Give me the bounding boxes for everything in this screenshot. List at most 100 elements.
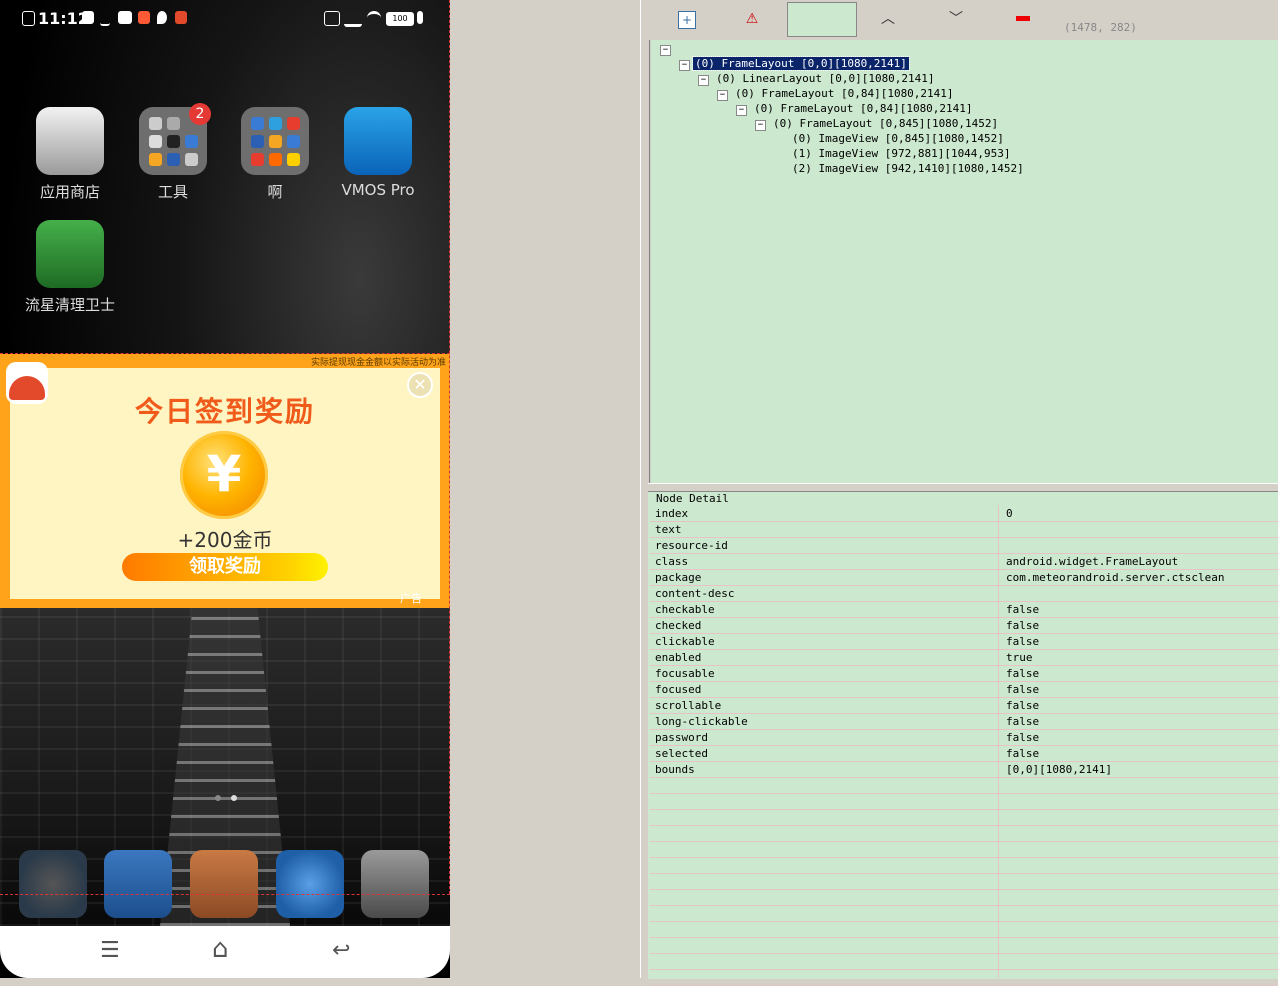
empty-row [650,794,1278,810]
back-icon[interactable]: ↩ [332,938,350,963]
tree-node[interactable]: (0) FrameLayout [0,84][1080,2141] [754,102,973,115]
tree-node[interactable]: (0) FrameLayout [0,0][1080,2141] [692,56,910,71]
wifi-icon [367,11,381,27]
security-icon[interactable] [104,850,172,918]
ad-title: 今日签到奖励 [134,395,315,428]
tree-node[interactable]: (2) ImageView [942,1410][1080,1452] [792,162,1024,175]
app-vmos-pro[interactable]: VMOS Pro [328,107,428,199]
detail-row[interactable]: checked false [650,618,1278,634]
detail-key: selected [655,747,708,760]
detail-row[interactable]: resource-id [650,538,1278,554]
detail-row[interactable]: bounds [0,0][1080,2141] [650,762,1278,778]
detail-value: 0 [1006,507,1013,520]
detail-key: index [655,507,689,520]
detail-key: long-clickable [655,715,748,728]
tree-node[interactable]: (0) FrameLayout [0,845][1080,1452] [773,117,998,130]
warning-icon[interactable]: ⚠ [744,11,760,27]
app-label: 工具 [157,183,188,201]
detail-key: focusable [655,667,715,680]
camera-icon[interactable] [361,850,429,918]
empty-row [650,938,1278,954]
detail-value: true [1006,651,1033,664]
collapse-toggle[interactable]: − [736,105,747,116]
detail-key: scrollable [655,699,722,712]
search-field[interactable] [787,2,857,37]
tree-node[interactable]: (0) ImageView [0,845][1080,1452] [792,132,1004,145]
ad-disclaimer: 实际提现现金金额以实际活动为准 [310,358,446,368]
vmos-icon [344,107,412,175]
empty-row [650,874,1278,890]
detail-row[interactable]: long-clickable false [650,714,1278,730]
location-icon [157,11,167,24]
detail-row[interactable]: scrollable false [650,698,1278,714]
browser-icon[interactable] [276,850,344,918]
empty-row [650,954,1278,970]
empty-row [650,890,1278,906]
app-store[interactable]: 应用商店 [20,107,120,202]
detail-value: false [1006,603,1040,616]
detail-row[interactable]: text [650,522,1278,538]
app-meteor-cleaner[interactable]: 流星清理卫士 [12,220,128,315]
node-detail-title: Node Detail [654,492,731,505]
detail-row[interactable]: class android.widget.FrameLayout [650,554,1278,570]
collapse-toggle[interactable]: − [755,120,766,131]
bounds-guide [0,353,450,354]
detail-row[interactable]: index 0 [650,506,1278,522]
tree-node[interactable]: (0) FrameLayout [0,84][1080,2141] [735,87,954,100]
app-label: 应用商店 [39,183,100,201]
rocket-icon [36,220,104,288]
bounds-guide [0,894,450,895]
detail-row[interactable]: selected false [650,746,1278,762]
collapse-toggle[interactable]: − [660,45,671,56]
hierarchy-tree: − − (0) FrameLayout [0,0][1080,2141] − (… [651,40,1278,483]
menu-icon[interactable]: ☰ [100,938,120,963]
vibrate-icon [324,11,340,26]
collapse-toggle[interactable]: − [679,60,690,71]
tree-node[interactable]: (0) LinearLayout [0,0][1080,2141] [716,72,935,85]
detail-value: false [1006,715,1040,728]
status-bar: 11:12 100 [0,0,450,36]
detail-row[interactable]: content-desc [650,586,1278,602]
detail-value: false [1006,635,1040,648]
detail-row[interactable]: password false [650,730,1278,746]
detail-row[interactable]: clickable false [650,634,1278,650]
detail-value: [0,0][1080,2141] [1006,763,1112,776]
detail-row[interactable]: checkable false [650,602,1278,618]
notification-badge: 2 [189,103,211,125]
detail-key: clickable [655,635,715,648]
empty-row [650,906,1278,922]
cursor-coordinates: (1478, 282) [1064,21,1137,34]
node-detail-table: index 0 text resource-id class android.widget… [650,506,1278,986]
folder-a[interactable]: 啊 [225,107,325,202]
crown-icon [118,11,132,24]
folder-tools[interactable]: 2 工具 [123,103,223,202]
empty-row [650,858,1278,874]
reader-notification-icon [175,11,187,24]
empty-row [650,842,1278,858]
detail-row[interactable]: focused false [650,682,1278,698]
empty-panel [450,0,640,978]
chevron-down-icon[interactable]: ﹀ [948,11,964,27]
charging-icon [417,11,423,24]
detail-key: bounds [655,763,695,776]
detail-row[interactable]: enabled true [650,650,1278,666]
remove-icon[interactable] [1016,16,1030,21]
detail-row[interactable]: focusable false [650,666,1278,682]
home-icon[interactable]: ⌂ [212,934,229,964]
collapse-toggle[interactable]: − [717,90,728,101]
expand-all-icon[interactable]: + [678,11,696,29]
detail-value: android.widget.FrameLayout [1006,555,1179,568]
phone-screen: 11:12 100 应用商店 2 工具 啊 VMOS Pro 流星清理卫士 实际… [0,0,450,978]
tree-node[interactable]: (1) ImageView [972,881][1044,953] [792,147,1011,160]
files-icon[interactable] [190,850,258,918]
detail-row[interactable]: package com.meteorandroid.server.ctsclean [650,570,1278,586]
sim-icon [22,11,35,26]
detail-key: text [655,523,682,536]
collapse-toggle[interactable]: − [698,75,709,86]
chevron-up-icon[interactable]: ︿ [880,11,896,27]
app-label: 流星清理卫士 [24,296,115,314]
claim-reward-button[interactable]: 领取奖励 [122,553,328,581]
detail-value: com.meteorandroid.server.ctsclean [1006,571,1225,584]
settings-icon[interactable] [19,850,87,918]
ad-label: 广告 [400,592,422,605]
